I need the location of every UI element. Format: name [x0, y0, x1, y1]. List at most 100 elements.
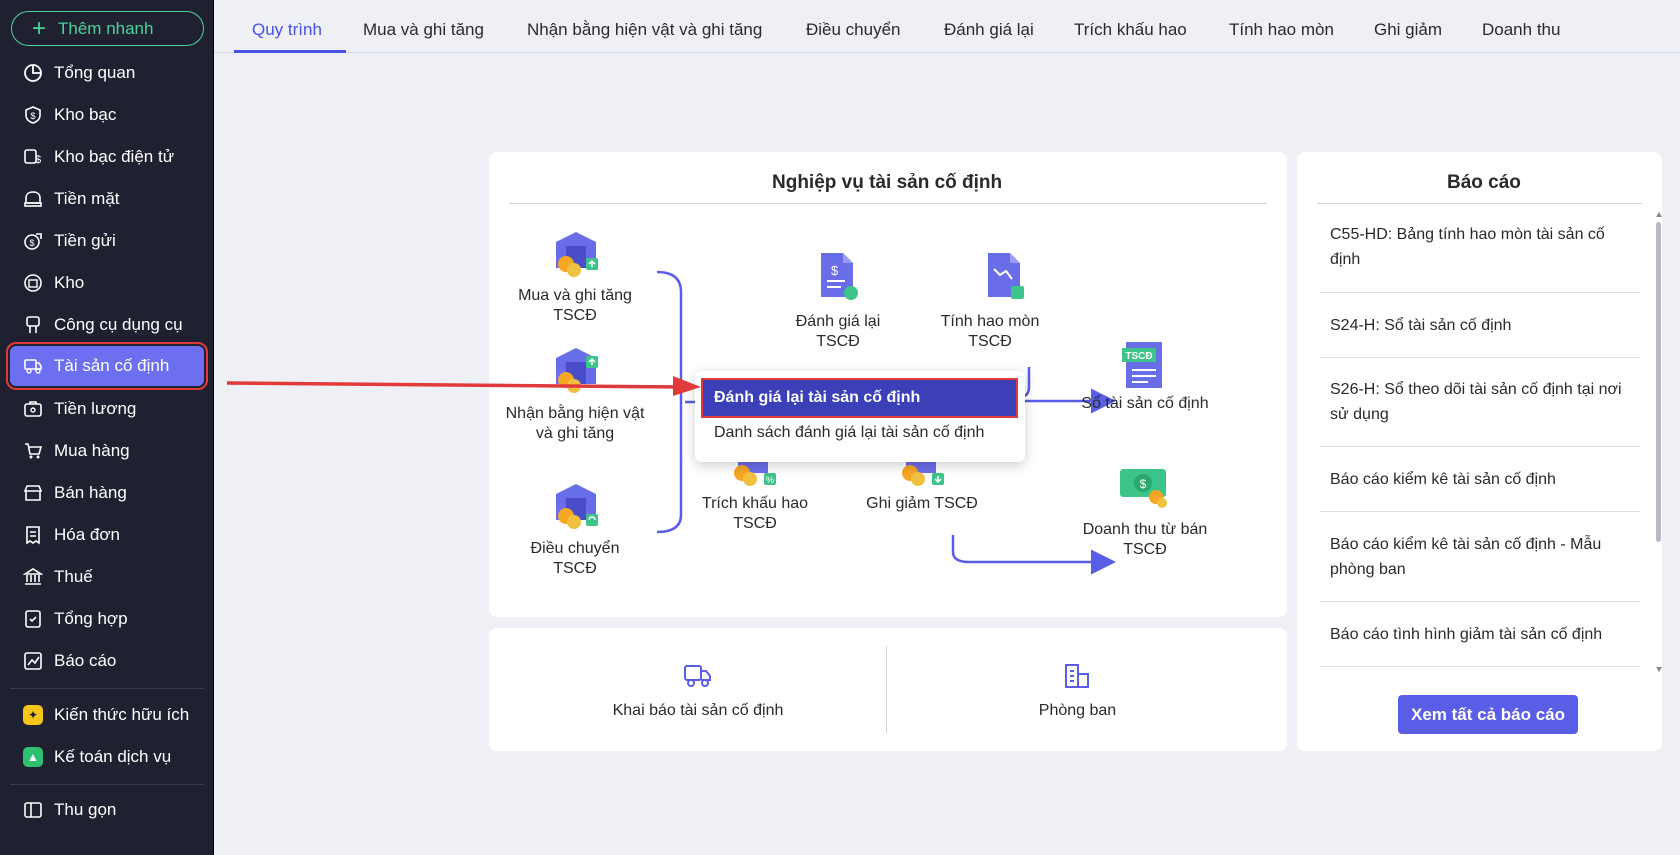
plus-icon: + [32, 14, 47, 42]
report-divider [1320, 511, 1640, 512]
knowledge-icon: ✦ [22, 704, 44, 726]
tab-buy-increase[interactable]: Mua và ghi tăng [363, 20, 484, 40]
tab-revenue[interactable]: Doanh thu [1482, 20, 1560, 40]
collapse-icon [22, 799, 44, 821]
flow-node-buy[interactable]: Mua và ghi tăng TSCĐ [508, 286, 642, 326]
flow-node-revenue[interactable]: Doanh thu từ bán TSCĐ [1080, 520, 1210, 560]
sidebar-item-fixed-assets[interactable]: Tài sản cố định [6, 342, 208, 390]
sidebar-collapse-button[interactable]: Thu gọn [10, 790, 204, 830]
reports-title: Báo cáo [1447, 172, 1521, 193]
sidebar-item-summary[interactable]: Tổng hợp [10, 598, 204, 640]
sidebar-item-tax[interactable]: Thuế [10, 556, 204, 598]
sidebar-item-salary[interactable]: Tiền lương [10, 388, 204, 430]
department-link[interactable]: Phòng ban [1005, 702, 1150, 720]
report-divider [1320, 601, 1640, 602]
bank-icon [22, 566, 44, 588]
sidebar-item-cash[interactable]: Tiền mặt [10, 178, 204, 220]
report-divider [1320, 357, 1640, 358]
sidebar-item-label: Tổng hợp [54, 609, 128, 628]
svg-text:$: $ [35, 154, 41, 166]
revenue-money-icon: $ [1120, 469, 1167, 508]
sidebar-item-label: Tiền lương [54, 399, 137, 418]
report-item[interactable]: Báo cáo kiểm kê tài sản cố định - Mẫu ph… [1330, 532, 1630, 582]
svg-text:$: $ [30, 111, 35, 121]
transfer-asset-icon [556, 484, 598, 529]
sidebar-item-label: Kho bạc điện tử [54, 147, 175, 166]
menu-item-revalue-asset[interactable]: Đánh giá lại tài sản cố định [701, 378, 1018, 418]
sidebar-item-sales[interactable]: Bán hàng [10, 472, 204, 514]
sidebar-item-overview[interactable]: Tổng quan [10, 52, 204, 94]
menu-item-revalue-list[interactable]: Danh sách đánh giá lại tài sản cố định [714, 424, 984, 442]
store-icon [22, 482, 44, 504]
active-tab-indicator [234, 50, 346, 53]
tab-depreciation[interactable]: Trích khấu hao [1074, 20, 1187, 40]
sidebar-item-label: Công cụ dụng cụ [54, 315, 183, 334]
svg-text:$: $ [29, 238, 34, 248]
sidebar-item-label: Tiền gửi [54, 231, 116, 250]
flow-node-depreciation[interactable]: Trích khấu hao TSCĐ [685, 494, 825, 534]
cart-icon [22, 440, 44, 462]
flow-node-ledger[interactable]: Sổ tài sản cố định [1080, 394, 1210, 414]
cash-icon [22, 188, 44, 210]
sidebar-item-label: Tài sản cố định [54, 356, 170, 375]
declare-asset-icon [684, 665, 711, 687]
tab-receive-increase[interactable]: Nhận bằng hiện vật và ghi tăng [527, 20, 762, 40]
sidebar-item-invoice[interactable]: Hóa đơn [10, 514, 204, 556]
quick-links-card [489, 628, 1287, 751]
service-icon: ▲ [22, 746, 44, 768]
buy-asset-icon [556, 232, 598, 277]
flow-node-transfer[interactable]: Điều chuyển TSCĐ [512, 539, 638, 579]
sidebar-item-e-treasury[interactable]: $ Kho bạc điện tử [10, 136, 204, 178]
invoice-icon [22, 524, 44, 546]
reports-scrollbar[interactable] [1656, 212, 1662, 672]
collapse-label: Thu gọn [54, 800, 117, 819]
report-chart-icon [22, 650, 44, 672]
sidebar-item-deposit[interactable]: $ Tiền gửi [10, 220, 204, 262]
sidebar-item-treasury[interactable]: $ Kho bạc [10, 94, 204, 136]
flow-node-revalue[interactable]: Đánh giá lại TSCĐ [778, 312, 898, 352]
flow-node-receive[interactable]: Nhận bằng hiện vật và ghi tăng [502, 404, 648, 444]
scroll-down-icon[interactable] [1656, 667, 1662, 672]
report-divider [1320, 666, 1640, 667]
sidebar-item-purchase[interactable]: Mua hàng [10, 430, 204, 472]
tools-icon [22, 314, 44, 336]
sidebar-item-label: Mua hàng [54, 441, 130, 460]
report-item[interactable]: S26-H: Sổ theo dõi tài sản cố định tại n… [1330, 377, 1630, 427]
reports-scroll-thumb[interactable] [1656, 222, 1661, 542]
declare-asset-link[interactable]: Khai báo tài sản cố định [588, 702, 808, 720]
report-divider [1320, 446, 1640, 447]
sidebar-item-label: Hóa đơn [54, 525, 120, 544]
quick-add-button[interactable]: + Thêm nhanh [11, 11, 204, 46]
tab-decrease[interactable]: Ghi giảm [1374, 20, 1442, 40]
sidebar-item-knowledge[interactable]: ✦ Kiến thức hữu ích [10, 694, 204, 736]
report-item[interactable]: Báo cáo tình hình giảm tài sản cố định [1330, 622, 1630, 647]
deposit-icon: $ [22, 230, 44, 252]
tab-transfer[interactable]: Điều chuyển [806, 20, 901, 40]
sidebar-item-tools[interactable]: Công cụ dụng cụ [10, 304, 204, 346]
scroll-up-icon[interactable] [1656, 212, 1662, 217]
report-item[interactable]: Báo cáo kiểm kê tài sản cố định [1330, 467, 1630, 492]
reports-title-rule [1317, 203, 1642, 204]
ledger-badge-text: TSCĐ [1125, 351, 1152, 362]
sidebar-item-warehouse[interactable]: Kho [10, 262, 204, 304]
warehouse-icon [22, 272, 44, 294]
sidebar-divider [10, 688, 204, 689]
summary-icon [22, 608, 44, 630]
sidebar-item-reports[interactable]: Báo cáo [10, 640, 204, 682]
view-all-reports-button[interactable]: Xem tất cả báo cáo [1398, 695, 1578, 734]
sidebar-divider [10, 784, 204, 785]
flow-node-wear[interactable]: Tính hao mòn TSCĐ [920, 312, 1060, 352]
truck-icon [22, 355, 44, 377]
flow-node-decrease[interactable]: Ghi giảm TSCĐ [852, 494, 992, 514]
sidebar-item-label: Bán hàng [54, 483, 127, 502]
tab-process[interactable]: Quy trình [252, 20, 322, 40]
tab-wear[interactable]: Tính hao mòn [1229, 20, 1334, 40]
ledger-book-icon: TSCĐ [1122, 342, 1162, 388]
report-divider [1320, 292, 1640, 293]
sidebar-item-service[interactable]: ▲ Kế toán dịch vụ [10, 736, 204, 778]
report-item[interactable]: C55-HD: Bảng tính hao mòn tài sản cố địn… [1330, 222, 1630, 272]
svg-text:$: $ [831, 263, 839, 278]
sidebar-item-label: Báo cáo [54, 651, 117, 670]
report-item[interactable]: S24-H: Sổ tài sản cố định [1330, 313, 1630, 338]
tab-revalue[interactable]: Đánh giá lại [944, 20, 1034, 40]
